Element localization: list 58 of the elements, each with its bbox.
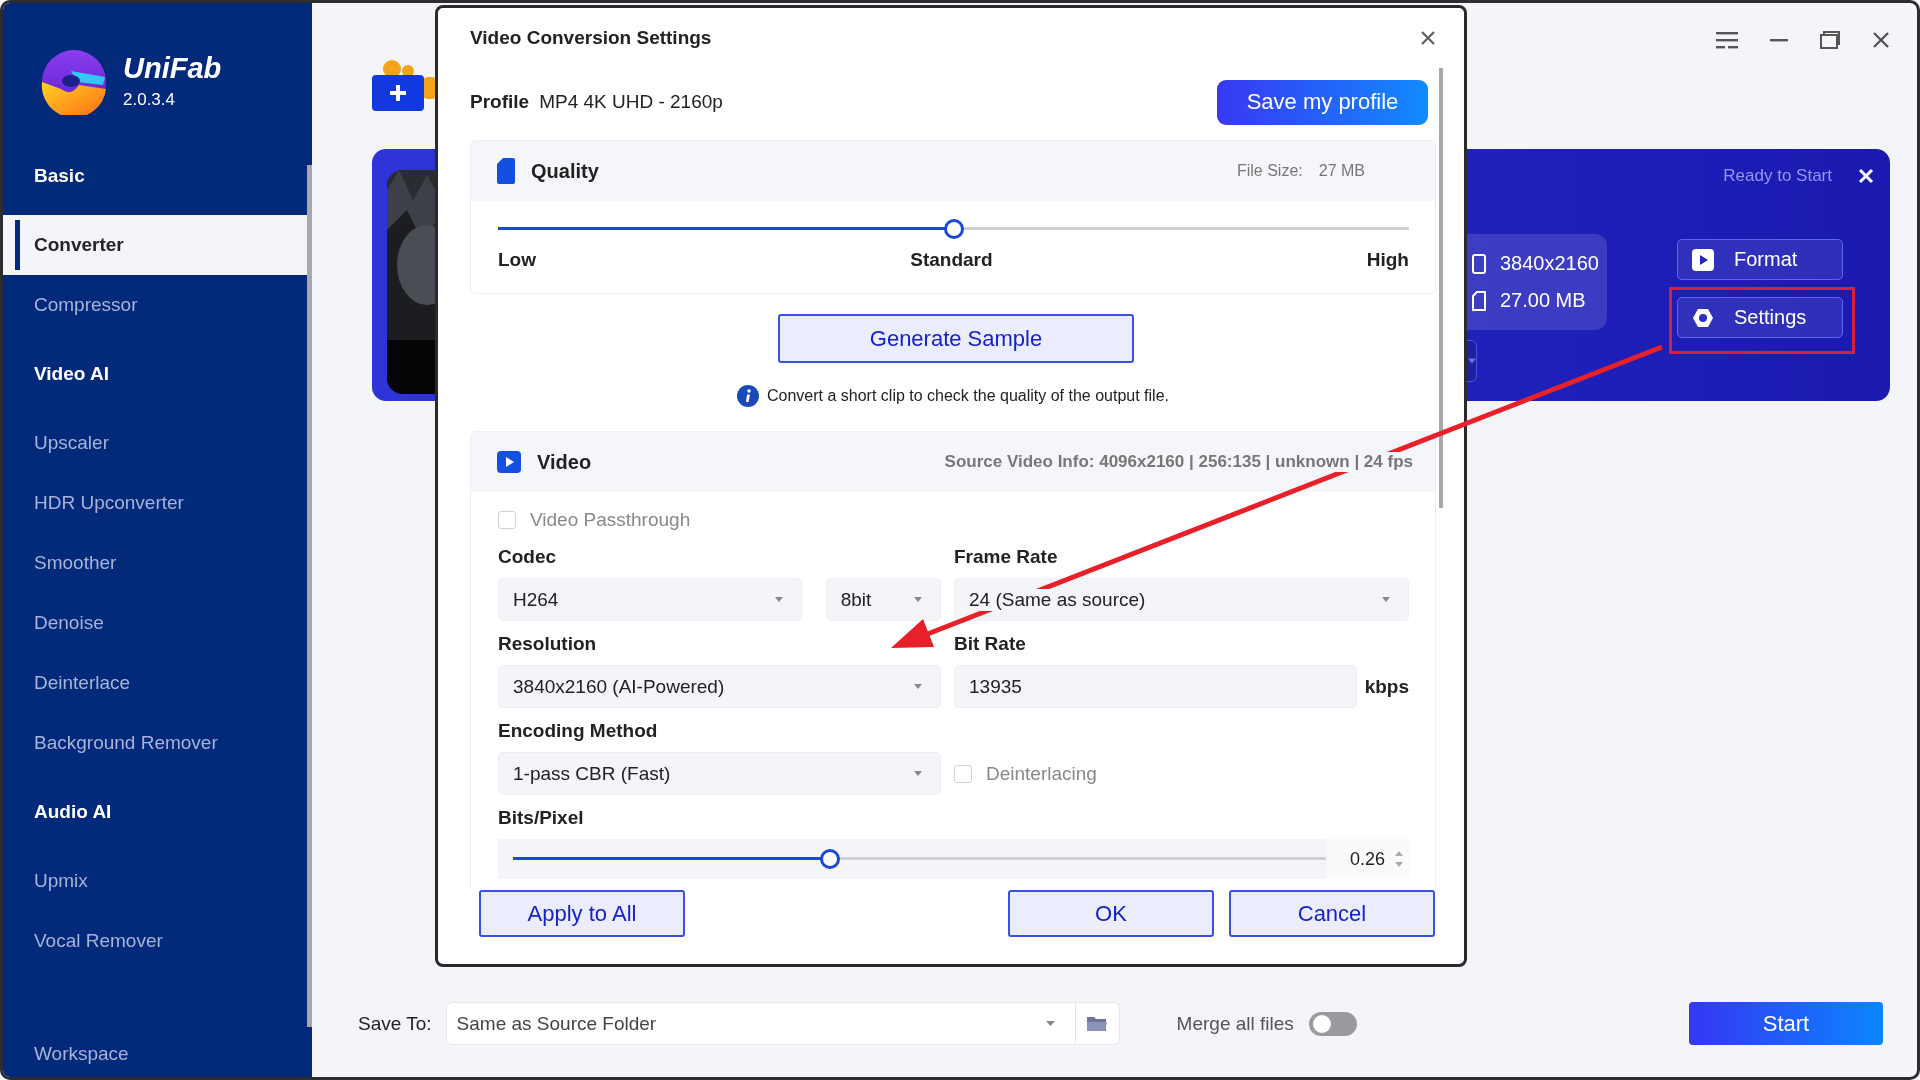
section-title: Quality	[531, 159, 599, 183]
field-label: Bit Rate	[954, 632, 1027, 656]
dialog-title: Video Conversion Settings	[470, 27, 712, 49]
number-field[interactable]: 0.26	[1327, 839, 1409, 879]
encoding-dropdown[interactable]: 1-pass CBR (Fast)	[498, 752, 941, 795]
sidebar-item[interactable]: Vocal Remover	[3, 911, 307, 971]
section-title: Audio AI	[33, 800, 113, 824]
sidebar-item[interactable]: Converter	[3, 215, 307, 275]
format-button[interactable]: Format	[1677, 239, 1843, 280]
section-title: Video	[537, 450, 592, 474]
resolution-dropdown[interactable]: 3840x2160 (AI-Powered)	[498, 665, 941, 708]
codec-dropdown[interactable]: H264	[498, 578, 802, 621]
profile-value: MP4 4K UHD - 2160p	[539, 91, 723, 113]
merge-label: Merge all files	[1176, 1012, 1294, 1035]
apply-all-button[interactable]: Apply to All	[479, 890, 685, 937]
frame-rate-dropdown[interactable]: 24 (Same as source)	[954, 578, 1409, 621]
resolution-text: 3840x2160	[1500, 252, 1599, 275]
field-label: Encoding Method	[498, 719, 659, 743]
slider-label: Standard	[910, 249, 993, 271]
settings-button[interactable]: Settings	[1677, 297, 1843, 338]
start-button[interactable]: Start	[1689, 1002, 1883, 1045]
bit-rate-field[interactable]: 13935	[954, 665, 1357, 708]
sidebar-item[interactable]: HDR Upconverter	[3, 473, 307, 533]
hint-text: Convert a short clip to check the quality of the output file.	[767, 387, 1169, 405]
sidebar-item[interactable]: Smoother	[3, 533, 307, 593]
app-version: 2.0.3.4	[123, 90, 176, 110]
file-size-text: 27.00 MB	[1500, 289, 1586, 312]
sidebar-item[interactable]: Deinterlace	[3, 653, 307, 713]
file-size-value: 27 MB	[1318, 162, 1365, 180]
file-size-label: File Size:	[1236, 162, 1303, 180]
field-label: Codec	[498, 545, 558, 569]
status-text: Ready to Start	[1723, 166, 1832, 186]
unit-label: kbps	[1364, 675, 1409, 698]
cancel-button[interactable]: Cancel	[1229, 890, 1435, 937]
save-profile-button[interactable]: Save my profile	[1217, 79, 1428, 125]
checkbox-label: Deinterlacing	[986, 762, 1097, 785]
sidebar-item[interactable]: Upmix	[3, 851, 307, 911]
sidebar-item[interactable]: Denoise	[3, 593, 307, 653]
field-label: Resolution	[498, 632, 598, 656]
sidebar-item[interactable]: Background Remover	[3, 713, 307, 773]
source-info: Source Video Info: 4096x2160 | 256:135 | unknown | 24 fps	[942, 452, 1415, 472]
section-title: Basic	[33, 164, 86, 188]
app-name: UniFab	[123, 52, 222, 84]
field-label: Frame Rate	[954, 545, 1059, 569]
profile-label: Profile	[470, 91, 530, 113]
save-to-dropdown[interactable]: Same as Source Folder	[445, 1002, 1076, 1045]
sidebar-item[interactable]: Workspace	[3, 1043, 307, 1077]
checkbox-label: Video Passthrough	[530, 509, 691, 531]
field-label: Bits/Pixel	[498, 806, 585, 830]
generate-sample-button[interactable]: Generate Sample	[778, 314, 1134, 363]
bit-depth-dropdown[interactable]: 8bit	[825, 578, 941, 621]
slider-label: High	[1366, 249, 1409, 271]
slider-label: Low	[498, 249, 536, 271]
sidebar-item[interactable]: Upscaler	[3, 413, 307, 473]
ok-button[interactable]: OK	[1008, 890, 1214, 937]
save-to-label: Save To:	[358, 1012, 432, 1035]
section-title: Video AI	[33, 362, 110, 386]
sidebar-item[interactable]: Compressor	[3, 275, 307, 335]
